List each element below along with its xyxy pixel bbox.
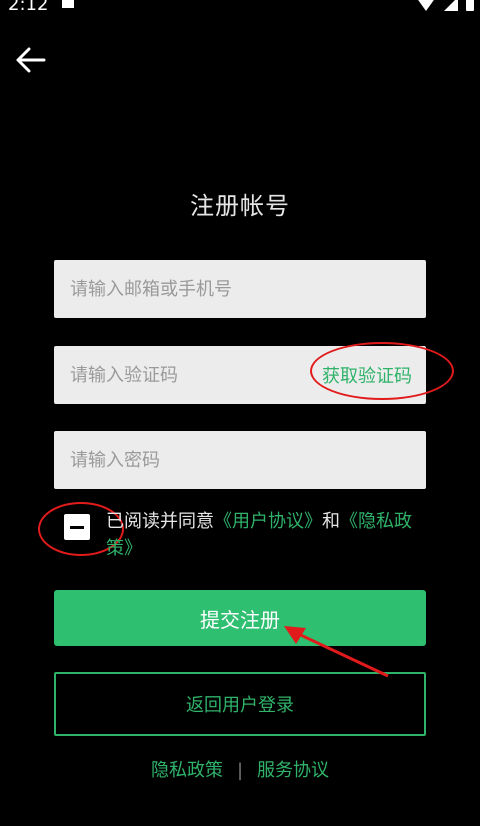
- footer-privacy-link[interactable]: 隐私政策: [151, 760, 223, 781]
- verification-code-input[interactable]: [68, 363, 312, 387]
- password-input[interactable]: [68, 448, 412, 472]
- get-code-label: 获取验证码: [322, 366, 412, 387]
- battery-icon: [466, 0, 474, 11]
- agreement-text: 已阅读并同意《用户协议》和《隐私政策》: [106, 508, 436, 562]
- notification-icon: [62, 0, 74, 8]
- user-agreement-link[interactable]: 《用户协议》: [214, 511, 322, 532]
- submit-register-button[interactable]: 提交注册: [54, 590, 426, 646]
- account-field[interactable]: [54, 260, 426, 318]
- wifi-icon: [416, 0, 436, 11]
- get-code-button[interactable]: 获取验证码: [310, 342, 454, 400]
- agreement-checkbox[interactable]: [64, 514, 90, 540]
- back-to-login-button[interactable]: 返回用户登录: [54, 672, 426, 736]
- agreement-and: 和: [322, 511, 340, 532]
- agreement-prefix: 已阅读并同意: [106, 511, 214, 532]
- password-field[interactable]: [54, 431, 426, 489]
- footer-links: 隐私政策 | 服务协议: [0, 756, 480, 782]
- footer-service-link[interactable]: 服务协议: [257, 760, 329, 781]
- verification-field[interactable]: 获取验证码: [54, 342, 454, 404]
- account-input[interactable]: [68, 277, 412, 301]
- back-button[interactable]: [12, 42, 48, 78]
- status-bar: 2:12: [0, 0, 480, 15]
- back-arrow-icon: [16, 47, 46, 73]
- status-time: 2:12: [8, 0, 49, 15]
- footer-separator: |: [236, 760, 244, 781]
- signal-icon: [444, 0, 458, 11]
- page-title: 注册帐号: [190, 192, 290, 220]
- back-login-label: 返回用户登录: [186, 695, 294, 716]
- submit-label: 提交注册: [200, 607, 280, 632]
- status-icons: [416, 0, 474, 11]
